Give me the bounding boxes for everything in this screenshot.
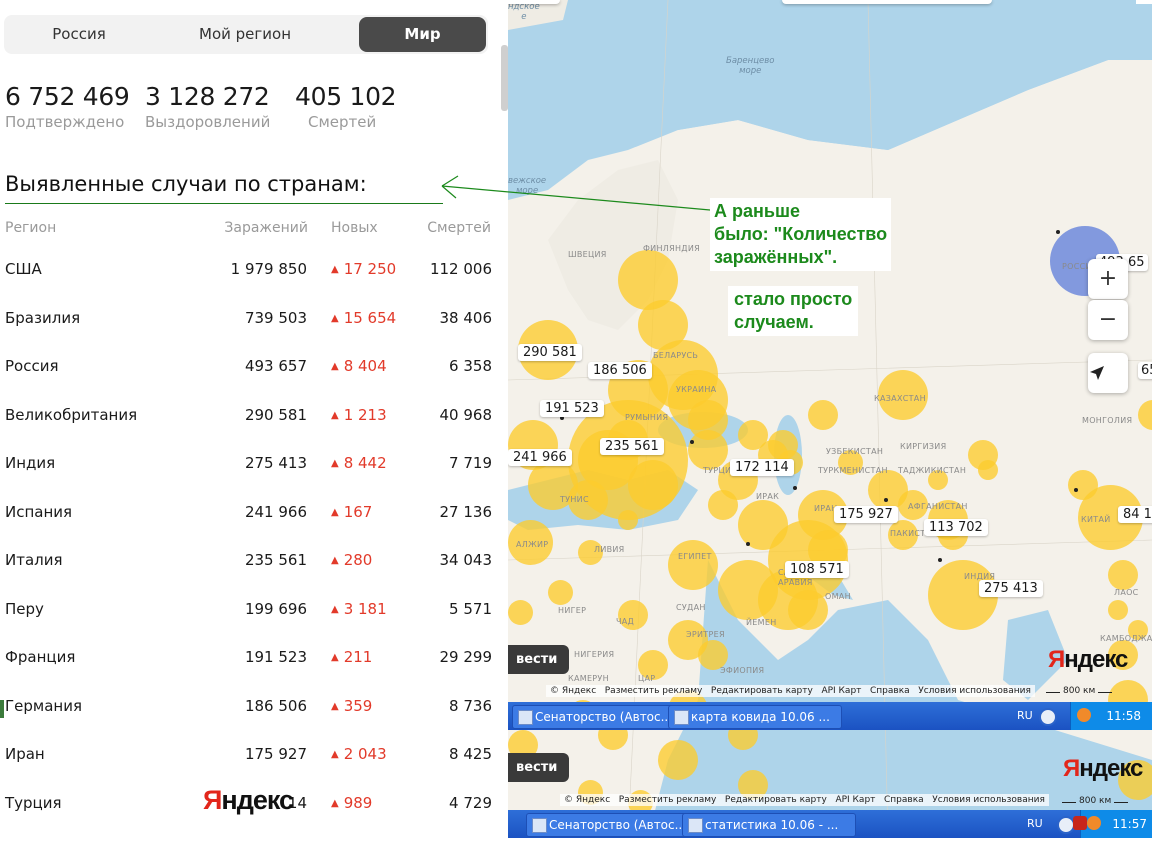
annotation-text-after: стало просто случаем. [728,286,859,336]
annotation-arrow [441,175,711,211]
annotation-text-before: А раньше было: "Количество заражённых". [710,198,892,271]
